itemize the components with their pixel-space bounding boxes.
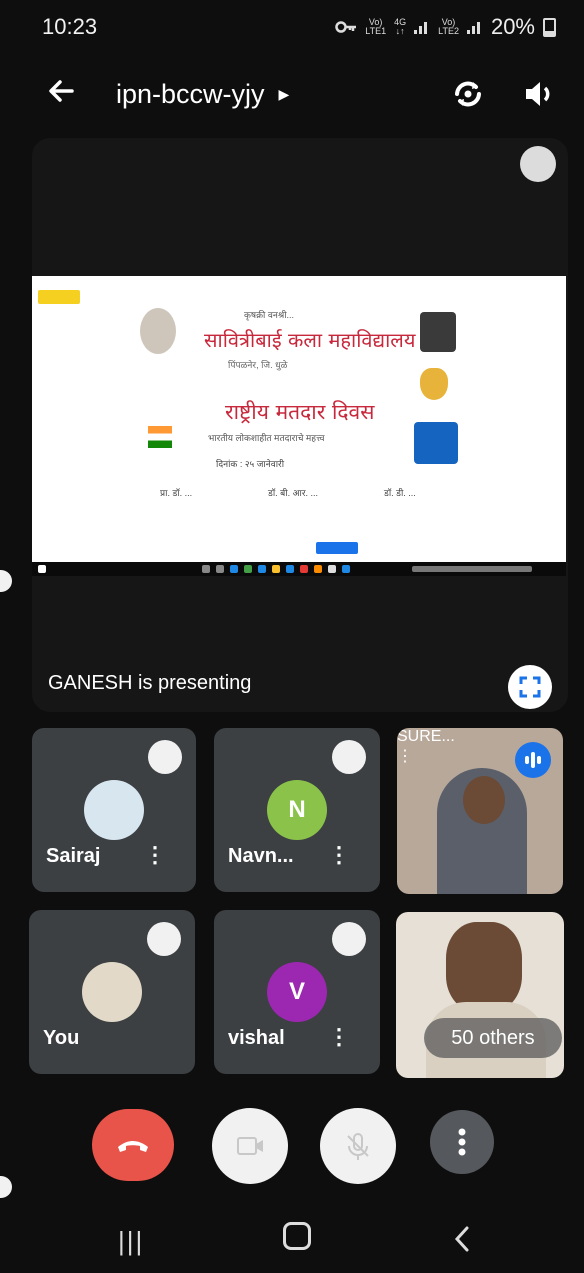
pin-indicator (148, 740, 182, 774)
fullscreen-button[interactable] (508, 665, 552, 709)
signal-icon (414, 22, 428, 34)
participant-tile-sairaj[interactable]: Sairaj ⋮ (32, 728, 196, 892)
participant-tile-sure[interactable]: SURE... ⋮ (397, 728, 563, 894)
flag-logo (148, 426, 172, 448)
avatar-initial: V (267, 962, 327, 1022)
recents-button[interactable]: ||| (118, 1226, 144, 1257)
participant-video (446, 922, 522, 1012)
slide-header-text: कृषक्री वनश्री... (244, 310, 295, 320)
portrait-image-right (420, 312, 456, 352)
participant-face (463, 776, 505, 824)
emblem-image (420, 368, 448, 400)
slide-button (316, 542, 358, 554)
status-bar: 10:23 Vo) LTE1 4G ↓↑ Vo) LTE2 20% (0, 0, 584, 58)
shared-taskbar (32, 562, 566, 576)
back-nav-icon[interactable] (452, 1224, 472, 1254)
event-date: दिनांक : २५ जानेवारी (216, 459, 285, 469)
more-vertical-icon[interactable]: ⋮ (144, 842, 166, 868)
more-vertical-icon[interactable]: ⋮ (328, 1024, 350, 1050)
caret-right-icon: ▶ (278, 86, 290, 102)
arrow-left-icon[interactable] (46, 76, 76, 106)
college-subtitle: पिंपळनेर, जि. धुळे (228, 360, 288, 370)
speaker-icon[interactable] (518, 74, 558, 114)
sim1-label: Vo) LTE1 (365, 17, 387, 36)
avatar-initial: N (267, 780, 327, 840)
pin-indicator (147, 922, 181, 956)
pin-indicator (332, 740, 366, 774)
end-call-button[interactable] (92, 1109, 174, 1181)
mic-off-icon (520, 146, 556, 182)
avatar (84, 780, 144, 840)
participant-tile-vishal[interactable]: V vishal ⋮ (214, 910, 380, 1074)
shared-screen-slide: कृषक्री वनश्री... सावित्रीबाई कला महाविद… (32, 276, 566, 574)
battery-icon (543, 17, 556, 37)
participant-name: Navn... (228, 845, 294, 867)
fullscreen-icon (519, 676, 541, 698)
signal-icon-2 (466, 22, 480, 34)
participant-name: Sairaj (46, 845, 101, 867)
voter-day-logo (414, 422, 458, 464)
more-vertical-icon[interactable]: ⋮ (328, 842, 350, 868)
status-icons: Vo) LTE1 4G ↓↑ Vo) LTE2 20% (335, 14, 556, 40)
speaker-name-3: डॉ. डी. ... (384, 488, 416, 498)
participant-tile-you[interactable]: You (29, 910, 195, 1074)
mic-toggle-button[interactable] (320, 1108, 396, 1184)
participant-tile-navn[interactable]: N Navn... ⋮ (214, 728, 380, 892)
sim2-label: Vo) LTE2 (438, 17, 459, 36)
presenting-label: GANESH is presenting (48, 672, 252, 694)
system-nav-bar: ||| (0, 1198, 584, 1273)
participant-name: vishal (228, 1027, 285, 1049)
edge-handle-bottom (0, 1176, 12, 1198)
battery-percent: 20% (490, 14, 535, 39)
others-tile[interactable]: 50 others (396, 912, 564, 1078)
pin-indicator (332, 922, 366, 956)
speaker-name-1: प्रा. डॉ. ... (160, 488, 193, 498)
participant-name: You (43, 1027, 80, 1049)
meeting-code: ipn-bccw-yjy (116, 79, 265, 109)
network-type: 4G ↓↑ (394, 17, 407, 36)
meeting-top-bar: ipn-bccw-yjy ▶ (0, 60, 584, 130)
phone-hangup-icon (118, 1141, 148, 1152)
speaker-name-2: डॉ. बी. आर. ... (268, 488, 318, 498)
key-icon (335, 21, 357, 33)
camera-off-icon (237, 1137, 263, 1155)
more-vertical-icon (458, 1128, 466, 1156)
others-count[interactable]: 50 others (424, 1018, 562, 1058)
clock: 10:23 (42, 14, 98, 39)
switch-camera-icon[interactable] (448, 74, 488, 114)
home-button[interactable] (283, 1222, 311, 1250)
camera-toggle-button[interactable] (212, 1108, 288, 1184)
portrait-image-left (140, 308, 176, 354)
more-options-button[interactable] (430, 1110, 494, 1174)
avatar (82, 962, 142, 1022)
college-name: सावित्रीबाई कला महाविद्यालय (204, 328, 416, 352)
slide-badge (38, 290, 80, 304)
edge-handle-top (0, 570, 12, 592)
meeting-code-button[interactable]: ipn-bccw-yjy ▶ (116, 79, 289, 110)
event-title: राष्ट्रीय मतदार दिवस (225, 400, 375, 424)
mic-off-icon (347, 1133, 369, 1160)
speaking-indicator-icon (515, 742, 551, 778)
event-subtitle: भारतीय लोकशाहीत मतदाराचे महत्त्व (208, 433, 325, 443)
